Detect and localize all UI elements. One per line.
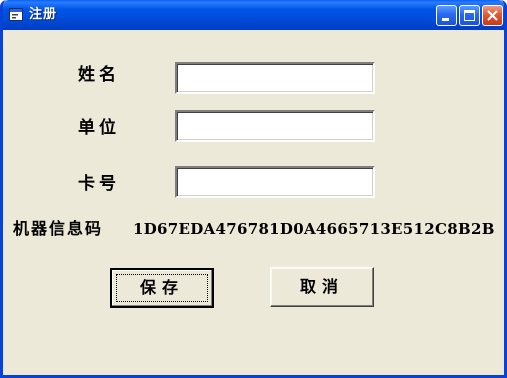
card-number-input[interactable] — [177, 168, 373, 196]
save-button[interactable]: 保存 — [110, 268, 214, 308]
register-dialog: 注册 姓名 单位 卡号 机器信息码 1D67EDA476781D0A466571… — [0, 0, 507, 378]
save-button-label: 保存 — [139, 278, 184, 297]
cancel-button-label: 取消 — [299, 277, 344, 296]
close-icon — [487, 10, 498, 21]
unit-field-frame — [175, 110, 375, 142]
cancel-button[interactable]: 取消 — [270, 267, 374, 307]
minimize-button[interactable] — [436, 5, 457, 26]
maximize-button[interactable] — [459, 5, 480, 26]
name-input[interactable] — [177, 64, 373, 92]
name-label: 姓名 — [78, 65, 120, 85]
name-field-frame — [175, 62, 375, 94]
card-number-label: 卡号 — [78, 174, 120, 194]
minimize-icon — [442, 18, 449, 21]
machine-code-value: 1D67EDA476781D0A4665713E512C8B2B — [133, 220, 495, 238]
card-number-field-frame — [175, 166, 375, 198]
close-button[interactable] — [482, 5, 503, 26]
app-window-icon — [9, 8, 23, 21]
machine-code-label: 机器信息码 — [13, 219, 104, 238]
title-bar[interactable]: 注册 — [3, 0, 504, 30]
window-title: 注册 — [29, 7, 58, 22]
unit-input[interactable] — [177, 112, 373, 140]
unit-label: 单位 — [78, 118, 120, 138]
maximize-icon — [464, 10, 475, 21]
